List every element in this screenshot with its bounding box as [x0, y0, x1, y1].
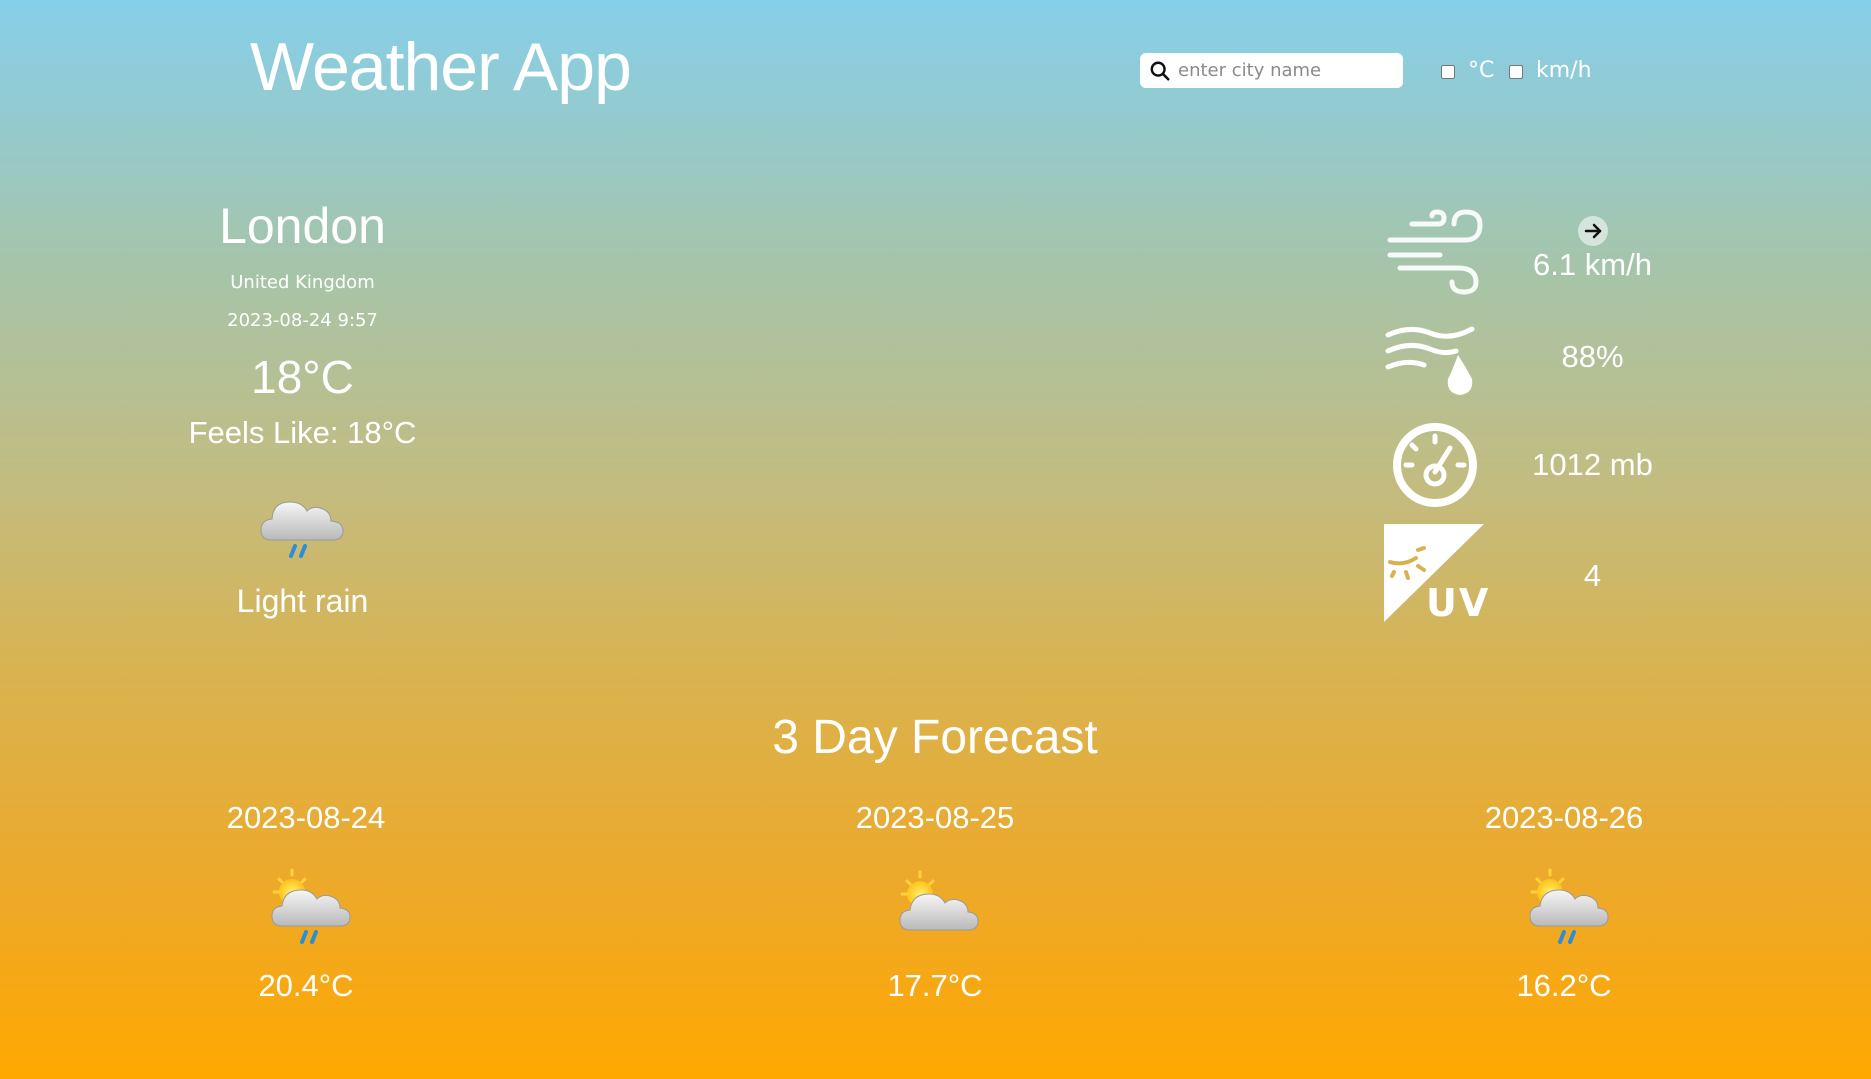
country-name: United Kingdom: [230, 272, 375, 293]
uv-index-icon: UV: [1384, 524, 1490, 625]
local-datetime: 2023-08-24 9:57: [227, 310, 378, 331]
sun-cloud-rain-icon: [1529, 868, 1609, 944]
celsius-checkbox[interactable]: [1441, 65, 1455, 79]
forecast-temperature: 16.2°C: [1516, 968, 1612, 1003]
forecast-title: 3 Day Forecast: [772, 711, 1098, 764]
city-name: London: [219, 198, 386, 254]
app-title: Weather App: [250, 29, 632, 105]
wind-speed-value: 6.1 km/h: [1533, 247, 1652, 282]
pressure-gauge-icon: [1393, 423, 1477, 507]
feels-like: Feels Like: 18°C: [188, 415, 417, 450]
wind-icon: [1387, 209, 1483, 295]
svg-text:UV: UV: [1426, 581, 1490, 625]
search-icon[interactable]: [1149, 60, 1171, 82]
city-search-input[interactable]: [1178, 53, 1393, 88]
celsius-label: °C: [1468, 58, 1495, 83]
forecast-temperature: 17.7°C: [887, 968, 983, 1003]
search-box[interactable]: [1140, 53, 1403, 88]
sun-cloud-icon: [899, 870, 979, 931]
condition-text: Light rain: [236, 583, 369, 619]
forecast-date: 2023-08-26: [1484, 800, 1644, 835]
light-rain-cloud-icon: [260, 501, 344, 558]
current-temperature: 18°C: [251, 351, 354, 403]
forecast-date: 2023-08-25: [855, 800, 1015, 835]
uv-index-value: 4: [1583, 558, 1602, 593]
kmh-checkbox[interactable]: [1509, 65, 1523, 79]
kmh-label: km/h: [1536, 58, 1592, 83]
forecast-date: 2023-08-24: [226, 800, 386, 835]
wind-direction-indicator: [1578, 216, 1608, 246]
forecast-temperature: 20.4°C: [258, 968, 354, 1003]
humidity-icon: [1385, 326, 1475, 395]
arrow-right-icon: [1584, 223, 1602, 239]
sun-cloud-rain-icon: [271, 868, 351, 944]
humidity-value: 88%: [1561, 339, 1624, 374]
pressure-value: 1012 mb: [1532, 447, 1653, 482]
